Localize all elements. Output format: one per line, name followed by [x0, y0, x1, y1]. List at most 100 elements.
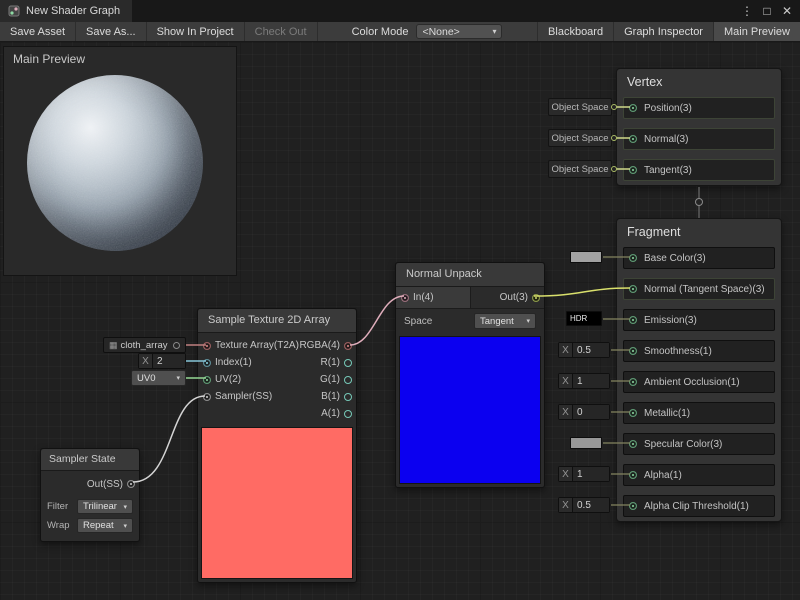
object-picker-icon[interactable]: [173, 342, 180, 349]
fragment-port-alpha[interactable]: Alpha(1): [623, 464, 775, 486]
port-dot[interactable]: [401, 294, 409, 302]
fragment-node[interactable]: Fragment Base Color(3) Normal (Tangent S…: [616, 218, 782, 522]
check-out-button: Check Out: [245, 22, 318, 41]
port-sampler[interactable]: Sampler(SS): [198, 388, 299, 405]
metallic-value[interactable]: 0: [573, 405, 609, 419]
save-asset-button[interactable]: Save Asset: [0, 22, 76, 41]
fragment-port-metallic[interactable]: Metallic(1): [623, 402, 775, 424]
port-a[interactable]: A(1): [299, 405, 356, 422]
port-dot[interactable]: [532, 294, 540, 302]
alpha-field[interactable]: X 1: [558, 466, 610, 482]
port-r[interactable]: R(1): [299, 354, 356, 371]
shader-graph-icon: [8, 5, 20, 17]
ambient-occlusion-value[interactable]: 1: [573, 374, 609, 388]
port-dot[interactable]: [203, 342, 211, 350]
preview-sphere[interactable]: [27, 75, 203, 251]
port-dot[interactable]: [629, 378, 637, 386]
port-dot[interactable]: [203, 359, 211, 367]
port-dot[interactable]: [629, 104, 637, 112]
maximize-icon[interactable]: □: [758, 4, 776, 18]
blackboard-toggle-button[interactable]: Blackboard: [537, 22, 613, 41]
base-color-swatch[interactable]: [570, 251, 602, 263]
cloth-array-texture-field[interactable]: ▦ cloth_array: [103, 337, 186, 353]
save-as-button[interactable]: Save As...: [76, 22, 147, 41]
fragment-port-base-color[interactable]: Base Color(3): [623, 247, 775, 269]
port-dot[interactable]: [629, 135, 637, 143]
port-label: Emission(3): [644, 315, 697, 326]
port-dot[interactable]: [203, 376, 211, 384]
port-dot[interactable]: [344, 410, 352, 418]
port-dot[interactable]: [629, 316, 637, 324]
normal-unpack-node[interactable]: Normal Unpack In(4) Out(3) Space Tangent…: [395, 262, 545, 488]
port-in[interactable]: In(4): [396, 287, 471, 308]
uv-channel-value: UV0: [137, 373, 155, 384]
fragment-port-alpha-clip-threshold[interactable]: Alpha Clip Threshold(1): [623, 495, 775, 517]
sample-texture-2d-array-node[interactable]: Sample Texture 2D Array Texture Array(T2…: [197, 308, 357, 583]
menu-icon[interactable]: ⋮: [738, 4, 756, 18]
index-value[interactable]: 2: [153, 354, 185, 368]
port-out-ss[interactable]: Out(SS): [41, 471, 139, 497]
port-dot[interactable]: [629, 254, 637, 262]
port-dot[interactable]: [629, 502, 637, 510]
port-dot[interactable]: [629, 409, 637, 417]
fragment-port-specular-color[interactable]: Specular Color(3): [623, 433, 775, 455]
smoothness-value[interactable]: 0.5: [573, 343, 609, 357]
port-index[interactable]: Index(1): [198, 354, 299, 371]
ambient-occlusion-field[interactable]: X 1: [558, 373, 610, 389]
smoothness-field[interactable]: X 0.5: [558, 342, 610, 358]
port-dot[interactable]: [629, 440, 637, 448]
toolbar: Save Asset Save As... Show In Project Ch…: [0, 22, 800, 42]
uv-channel-dropdown[interactable]: UV0 ▾: [131, 370, 186, 386]
port-dot[interactable]: [344, 376, 352, 384]
port-out[interactable]: Out(3): [471, 287, 544, 308]
vertex-node[interactable]: Vertex Position(3) Normal(3) Tangent(3): [616, 68, 782, 186]
port-g[interactable]: G(1): [299, 371, 356, 388]
port-dot[interactable]: [344, 393, 352, 401]
port-label: Sampler(SS): [215, 391, 272, 402]
port-uv[interactable]: UV(2): [198, 371, 299, 388]
show-in-project-button[interactable]: Show In Project: [147, 22, 245, 41]
main-preview-toggle-button[interactable]: Main Preview: [713, 22, 800, 41]
wrap-dropdown[interactable]: Repeat ▾: [77, 518, 133, 533]
color-mode-dropdown[interactable]: <None> ▾: [416, 24, 502, 39]
port-dot[interactable]: [127, 480, 135, 488]
port-dot[interactable]: [344, 342, 352, 350]
emission-hdr-swatch[interactable]: HDR: [566, 311, 602, 326]
port-dot[interactable]: [344, 359, 352, 367]
object-space-tag: Object Space: [548, 98, 612, 116]
vertex-port-tangent[interactable]: Tangent(3): [623, 159, 775, 181]
shader-graph-tab[interactable]: New Shader Graph: [0, 0, 132, 22]
metallic-field[interactable]: X 0: [558, 404, 610, 420]
graph-inspector-toggle-button[interactable]: Graph Inspector: [613, 22, 713, 41]
port-texture-array[interactable]: Texture Array(T2A): [198, 337, 299, 354]
fragment-port-normal[interactable]: Normal (Tangent Space)(3): [623, 278, 775, 300]
normal-unpack-preview: [399, 336, 541, 484]
specular-color-swatch[interactable]: [570, 437, 602, 449]
alpha-clip-threshold-value[interactable]: 0.5: [573, 498, 609, 512]
port-rgba[interactable]: RGBA(4): [299, 337, 356, 354]
port-dot[interactable]: [629, 285, 637, 293]
vertex-port-position[interactable]: Position(3): [623, 97, 775, 119]
sampler-state-title[interactable]: Sampler State: [41, 449, 139, 471]
texture-name: cloth_array: [121, 340, 168, 351]
port-dot[interactable]: [629, 471, 637, 479]
sample-node-title[interactable]: Sample Texture 2D Array: [198, 309, 356, 333]
port-dot[interactable]: [203, 393, 211, 401]
port-label: In(4): [413, 292, 434, 303]
sampler-state-node[interactable]: Sampler State Out(SS) Filter Trilinear ▾…: [40, 448, 140, 542]
port-dot[interactable]: [629, 347, 637, 355]
alpha-clip-threshold-field[interactable]: X 0.5: [558, 497, 610, 513]
vertex-port-normal[interactable]: Normal(3): [623, 128, 775, 150]
fragment-port-ambient-occlusion[interactable]: Ambient Occlusion(1): [623, 371, 775, 393]
normal-unpack-title[interactable]: Normal Unpack: [396, 263, 544, 287]
fragment-port-smoothness[interactable]: Smoothness(1): [623, 340, 775, 362]
fragment-port-emission[interactable]: Emission(3): [623, 309, 775, 331]
filter-dropdown[interactable]: Trilinear ▾: [77, 499, 133, 514]
space-dropdown[interactable]: Tangent ▾: [474, 313, 536, 329]
alpha-value[interactable]: 1: [573, 467, 609, 481]
close-icon[interactable]: ✕: [778, 4, 796, 18]
index-field[interactable]: X 2: [138, 353, 186, 369]
port-b[interactable]: B(1): [299, 388, 356, 405]
port-label: Base Color(3): [644, 253, 706, 264]
port-dot[interactable]: [629, 166, 637, 174]
